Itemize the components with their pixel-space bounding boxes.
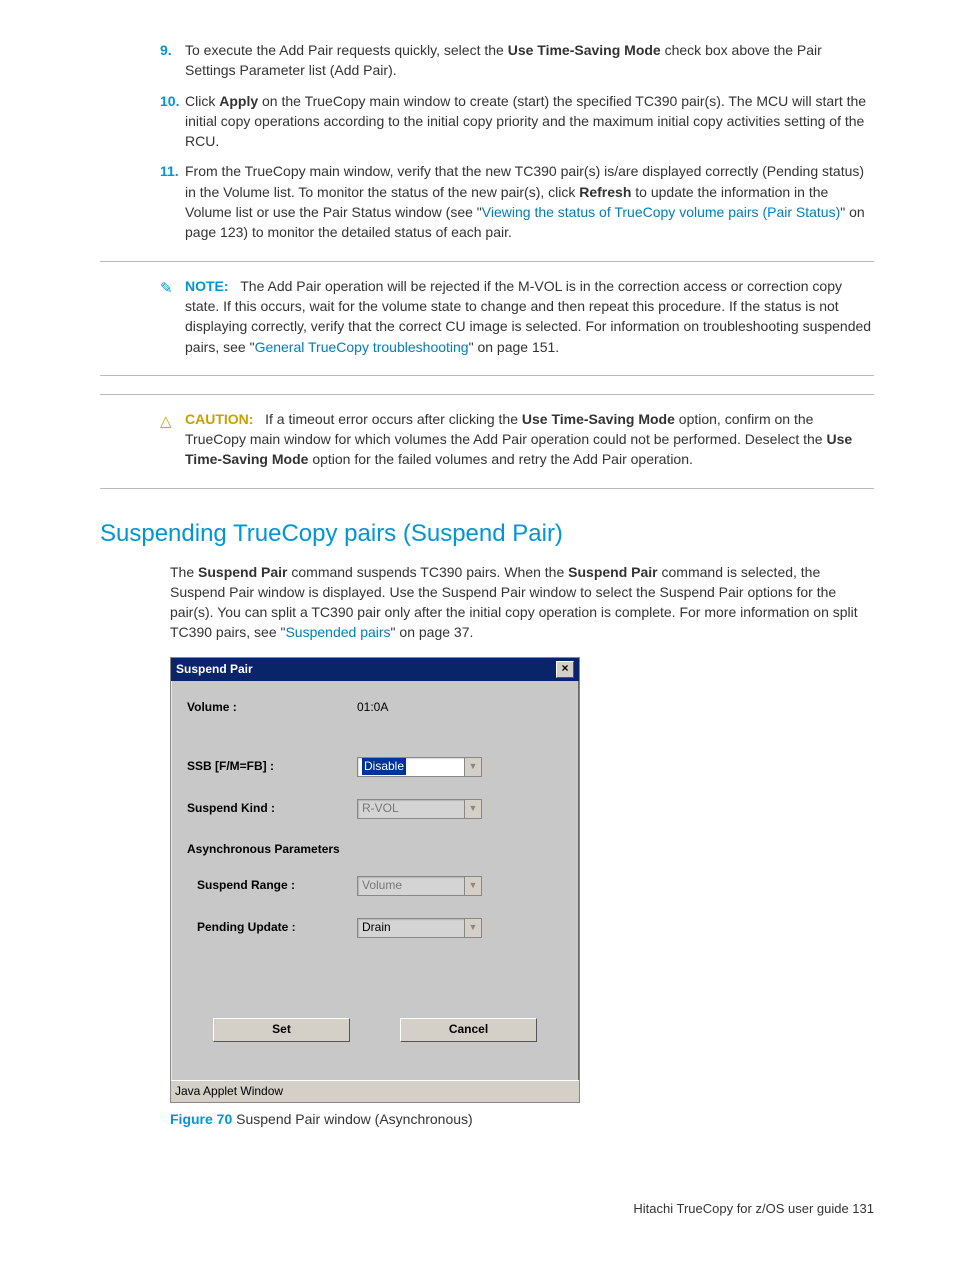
caution-label: CAUTION: [185, 411, 253, 427]
step-9: 9. To execute the Add Pair requests quic… [100, 40, 874, 81]
label-suspend-kind: Suspend Kind : [187, 800, 357, 817]
page-footer: Hitachi TrueCopy for z/OS user guide 131 [100, 1200, 874, 1219]
dropdown-pending-update[interactable]: Drain ▼ [357, 918, 482, 938]
step-text: Click Apply on the TrueCopy main window … [185, 93, 866, 150]
note-callout: ✎ NOTE: The Add Pair operation will be r… [100, 276, 874, 357]
dialog-title: Suspend Pair [176, 661, 253, 678]
cancel-button[interactable]: Cancel [400, 1018, 537, 1042]
divider [100, 261, 874, 262]
async-params-header: Asynchronous Parameters [187, 841, 563, 858]
step-number: 11. [160, 161, 179, 181]
step-text: To execute the Add Pair requests quickly… [185, 42, 822, 78]
row-volume: Volume : 01:0A [187, 699, 563, 716]
link-pair-status[interactable]: Viewing the status of TrueCopy volume pa… [482, 204, 840, 220]
step-number: 10. [160, 91, 179, 111]
label-pending-update: Pending Update : [197, 919, 357, 936]
chevron-down-icon[interactable]: ▼ [464, 877, 481, 895]
caution-text: If a timeout error occurs after clicking… [185, 411, 852, 468]
step-10: 10. Click Apply on the TrueCopy main win… [100, 91, 874, 152]
step-number: 9. [160, 40, 172, 60]
step-11: 11. From the TrueCopy main window, verif… [100, 161, 874, 242]
label-suspend-range: Suspend Range : [197, 877, 357, 894]
row-suspend-kind: Suspend Kind : R-VOL ▼ [187, 799, 563, 819]
chevron-down-icon[interactable]: ▼ [464, 758, 481, 776]
dropdown-suspend-range[interactable]: Volume ▼ [357, 876, 482, 896]
caution-icon: △ [160, 411, 172, 433]
figure-label: Figure 70 [170, 1111, 232, 1127]
suspend-pair-dialog: Suspend Pair × Volume : 01:0A SSB [F/M=F… [170, 657, 580, 1104]
intro-paragraph: The Suspend Pair command suspends TC390 … [100, 562, 874, 643]
status-bar: Java Applet Window [171, 1080, 579, 1102]
dropdown-suspend-kind[interactable]: R-VOL ▼ [357, 799, 482, 819]
step-text: From the TrueCopy main window, verify th… [185, 163, 865, 240]
chevron-down-icon[interactable]: ▼ [464, 800, 481, 818]
dialog-button-row: Set Cancel [187, 1018, 563, 1042]
chevron-down-icon[interactable]: ▼ [464, 919, 481, 937]
divider [100, 375, 874, 376]
divider [100, 394, 874, 395]
label-ssb: SSB [F/M=FB] : [187, 758, 357, 775]
numbered-steps: 9. To execute the Add Pair requests quic… [100, 40, 874, 243]
note-label: NOTE: [185, 278, 229, 294]
link-troubleshooting[interactable]: General TrueCopy troubleshooting [255, 339, 469, 355]
section-heading: Suspending TrueCopy pairs (Suspend Pair) [100, 517, 874, 552]
dropdown-ssb[interactable]: Disable ▼ [357, 757, 482, 777]
dialog-body: Volume : 01:0A SSB [F/M=FB] : Disable ▼ … [171, 681, 579, 1080]
caution-callout: △ CAUTION: If a timeout error occurs aft… [100, 409, 874, 470]
note-icon: ✎ [160, 278, 173, 300]
row-suspend-range: Suspend Range : Volume ▼ [187, 876, 563, 896]
figure-text: Suspend Pair window (Asynchronous) [232, 1111, 472, 1127]
label-volume: Volume : [187, 699, 357, 716]
dialog-titlebar: Suspend Pair × [171, 658, 579, 681]
value-volume: 01:0A [357, 699, 388, 716]
row-pending-update: Pending Update : Drain ▼ [187, 918, 563, 938]
set-button[interactable]: Set [213, 1018, 350, 1042]
note-text: The Add Pair operation will be rejected … [185, 278, 871, 355]
link-suspended-pairs[interactable]: Suspended pairs [285, 624, 390, 640]
close-icon[interactable]: × [556, 661, 574, 678]
divider [100, 488, 874, 489]
figure-caption: Figure 70 Suspend Pair window (Asynchron… [170, 1109, 874, 1129]
row-ssb: SSB [F/M=FB] : Disable ▼ [187, 757, 563, 777]
